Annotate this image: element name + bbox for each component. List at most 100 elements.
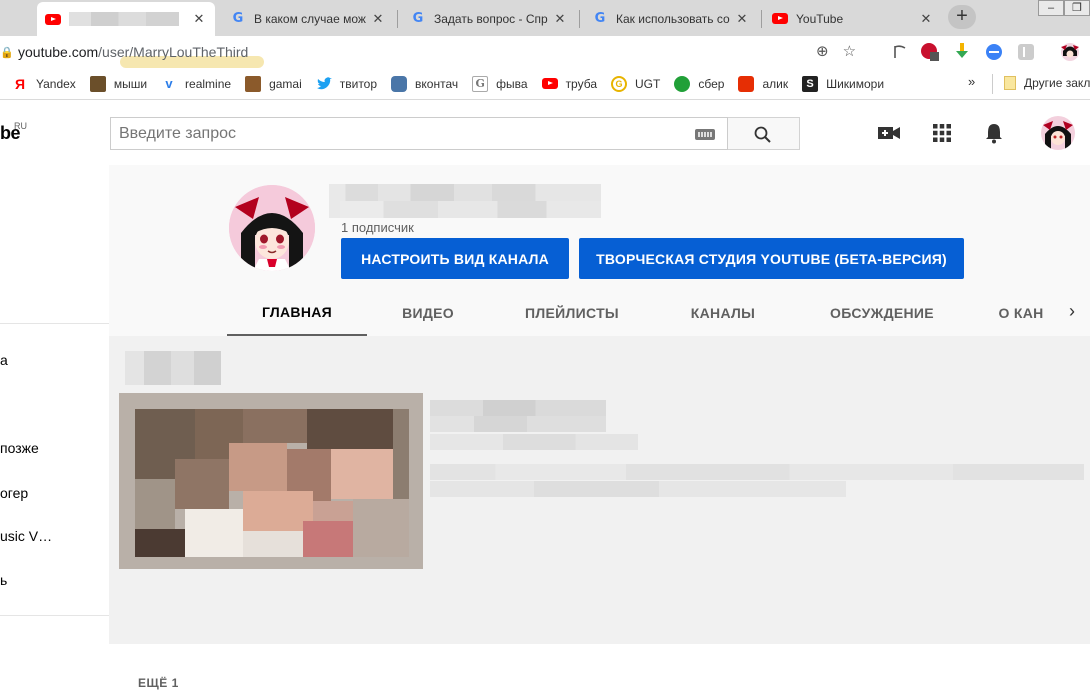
search-button[interactable] [728,117,800,150]
bookmark-label: Yandex [36,76,76,91]
close-icon[interactable]: ✕ [918,11,934,27]
browser-tab-strip: ✕ G В каком случае можно ✕ G Задать вопр… [0,0,1090,36]
close-icon[interactable]: ✕ [370,11,386,27]
channel-avatar[interactable] [229,185,315,271]
g-icon: G [472,75,489,92]
youtube-studio-button[interactable]: ТВОРЧЕСКАЯ СТУДИЯ YOUTUBE (БЕТА-ВЕРСИЯ) [579,238,964,279]
create-video-icon[interactable] [877,121,901,145]
keyboard-icon[interactable] [695,129,715,140]
bookmark-label: сбер [698,76,725,91]
star-icon[interactable]: ☆ [843,42,856,60]
tab-channels[interactable]: КАНАЛЫ [675,289,771,336]
tab-divider [397,10,398,28]
restore-icon[interactable]: ❐ [1064,0,1090,16]
video-description-blurred [430,481,846,497]
apps-icon[interactable] [930,121,954,145]
bookmark-label: Шикимори [826,76,885,91]
other-bookmarks-folder[interactable]: Другие закла [1004,76,1090,90]
bookmark-yandex[interactable]: Я Yandex [12,76,76,92]
guide-item[interactable]: огер [0,485,28,501]
guide-item-watch-later[interactable]: позже [0,440,39,456]
video-description-blurred [430,464,1084,480]
google-icon: G [594,11,606,26]
search-input[interactable] [111,118,671,149]
video-thumbnail[interactable] [119,393,423,569]
e-extension-icon[interactable] [984,42,1004,62]
close-icon[interactable]: ✕ [552,11,568,27]
channel-header: 1 подписчик НАСТРОИТЬ ВИД КАНАЛА ТВОРЧЕС… [109,165,1090,336]
bookmark-fyva[interactable]: G фыва [472,75,528,92]
tab-discussion[interactable]: ОБСУЖДЕНИЕ [809,289,955,336]
browser-tab[interactable]: YouTube ✕ [764,2,942,35]
google-icon: G [412,11,424,26]
bookmark-ugt[interactable]: G UGT [611,75,661,92]
bookmark-label: труба [565,76,598,91]
subscriber-count: 1 подписчик [341,220,414,235]
url-host: youtube.com [18,44,99,60]
url-path: /user/MarryLouTheThird [98,44,249,60]
bookmark-aliexpress[interactable]: алик [738,75,789,92]
youtube-icon [772,11,788,27]
chevron-right-icon[interactable]: › [1069,301,1075,322]
bookmarks-divider [992,74,993,94]
bookmark-vk[interactable]: вконтач [391,75,459,92]
folder-icon [1004,76,1016,90]
bookmark-realmine[interactable]: v realmine [161,76,231,92]
url-field[interactable]: 🔒 youtube.com/user/MarryLouTheThird [0,40,248,64]
new-tab-button[interactable]: + [948,5,976,29]
browser-tab[interactable]: G В каком случае можно ✕ [222,2,394,35]
bookmark-gamai[interactable]: gamai [245,75,302,92]
minimize-icon[interactable]: – [1038,0,1064,16]
close-icon[interactable]: ✕ [734,11,750,27]
sber-icon [674,75,691,92]
realmine-icon: v [165,76,173,91]
tab-playlists[interactable]: ПЛЕЙЛИСТЫ [507,289,637,336]
profile-avatar-icon[interactable] [1058,42,1082,62]
k-extension-icon[interactable] [1016,42,1036,62]
tab-videos[interactable]: ВИДЕО [379,289,477,336]
bookmark-sber[interactable]: сбер [674,75,725,92]
channel-name-blurred [329,184,601,218]
bookmark-label: UGT [635,76,661,91]
ugt-icon: G [611,75,628,92]
channel-content: ЕЩЁ 1 [109,336,1090,690]
customize-channel-button[interactable]: НАСТРОИТЬ ВИД КАНАЛА [341,238,569,279]
download-extension-icon[interactable] [952,42,972,62]
bookmarks-overflow-button[interactable]: » [968,74,975,89]
tab-home[interactable]: ГЛАВНАЯ [227,289,367,336]
zoom-icon[interactable]: ⊕ [816,42,829,60]
browser-tab-active[interactable]: ✕ [37,2,215,36]
browser-tab[interactable]: G Как использовать собс ✕ [584,2,758,35]
shelf-title-blurred [125,351,221,385]
video-title-blurred [430,400,606,416]
bookmark-label: фыва [496,76,528,91]
adblock-icon[interactable] [920,42,940,62]
bookmark-label: твитор [339,76,378,91]
bookmark-twitter[interactable]: твитор [316,76,377,92]
close-icon[interactable]: ✕ [191,11,207,27]
bookmark-label: вконтач [415,76,459,91]
extension-flag-icon[interactable] [890,42,910,62]
gamai-icon [245,75,262,92]
bookmark-truba[interactable]: труба [541,76,598,92]
youtube-icon [45,11,61,27]
logo-region: RU [14,121,27,131]
bookmark-shikimori[interactable]: S Шикимори [802,75,885,92]
masthead: be RU [0,101,1090,165]
shikimori-icon: S [802,75,819,92]
bookmark-label: алик [762,76,789,91]
tab-title: YouTube [796,11,844,26]
show-more-button[interactable]: ЕЩЁ 1 [138,676,179,690]
browser-tab[interactable]: G Задать вопрос - Справ ✕ [402,2,576,35]
notifications-bell-icon[interactable] [982,121,1006,145]
aliexpress-icon [738,75,755,92]
video-title-blurred [430,416,606,432]
guide-item-music[interactable]: usic V… [0,528,52,544]
guide-item[interactable]: а [0,352,8,368]
account-avatar[interactable] [1041,116,1075,150]
guide-divider [0,323,109,324]
bookmark-mice[interactable]: мыши [89,75,147,92]
tab-about[interactable]: О КАН [989,289,1053,336]
twitter-icon [316,76,332,92]
guide-item[interactable]: ь [0,572,7,588]
